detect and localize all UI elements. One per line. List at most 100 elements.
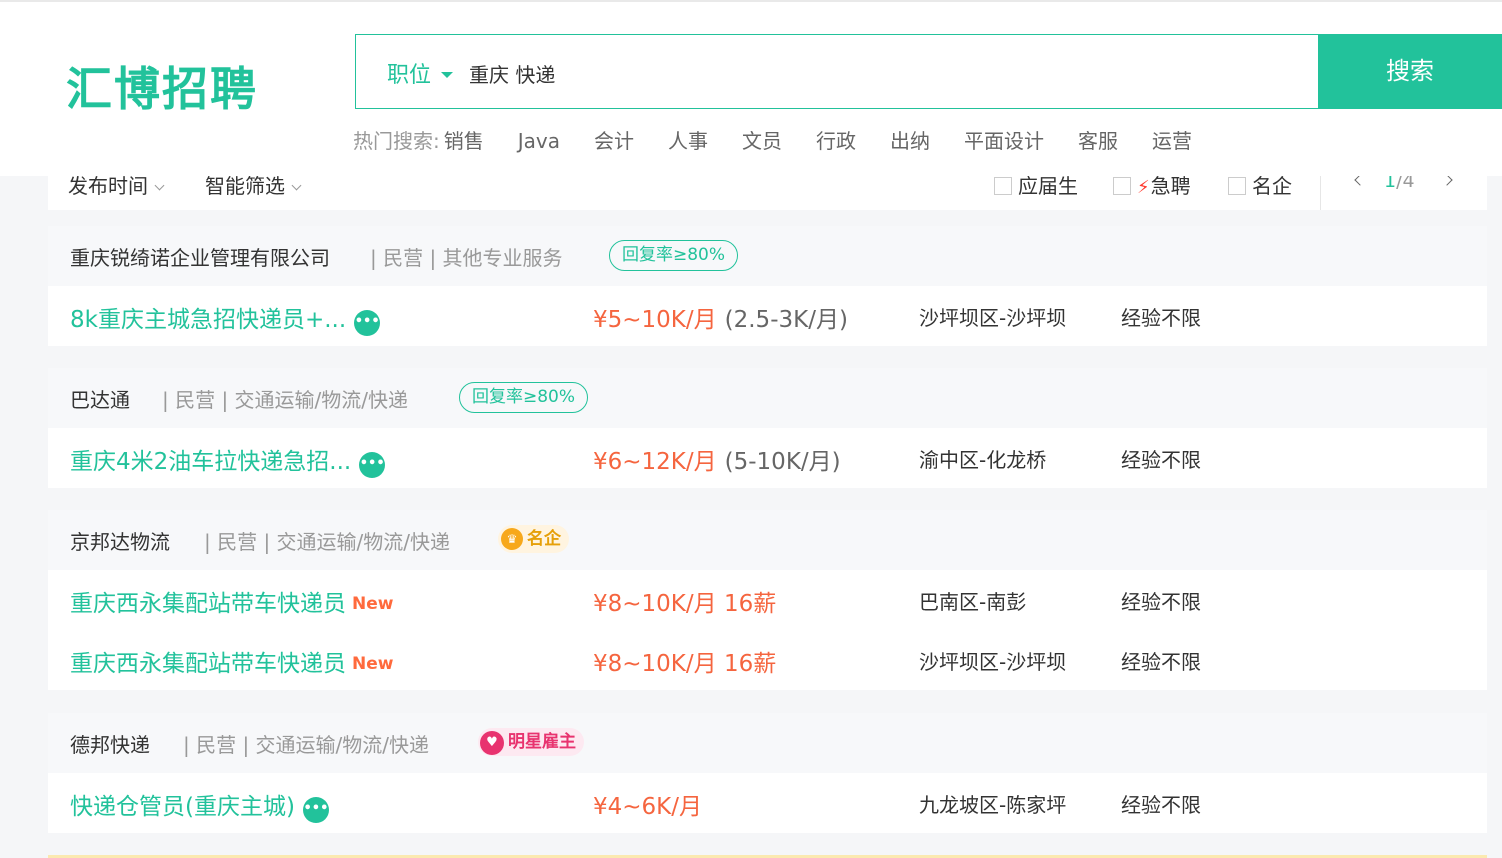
job-list: 8k重庆主城急招快递员+... ••• ¥5~10K/月 (2.5-3K/月) 沙坪… [48, 286, 1487, 346]
company-meta: | 民营 | 其他专业服务 [370, 246, 563, 270]
job-title-wrap: 重庆西永集配站带车快递员 New [70, 584, 393, 618]
job-row[interactable]: 8k重庆主城急招快递员+... ••• ¥5~10K/月 (2.5-3K/月) 沙坪… [48, 286, 1487, 346]
job-experience: 经验不限 [1121, 306, 1201, 330]
search-box: 职位 [355, 34, 1318, 109]
chevron-down-icon [154, 180, 165, 191]
search-category-dropdown[interactable]: 职位 [387, 57, 454, 89]
company-block: 京邦达物流 | 民营 | 交通运输/物流/快递 ♛ 名企 重庆西永集配站带车快递员… [48, 510, 1487, 690]
company-name[interactable]: 巴达通 [70, 384, 130, 413]
job-salary: ¥6~12K/月 (5-10K/月) [593, 442, 841, 476]
job-title[interactable]: 8k重庆主城急招快递员+... [70, 307, 346, 333]
hot-keyword[interactable]: 销售 [444, 129, 484, 153]
job-location: 渝中区-化龙桥 [919, 448, 1047, 472]
job-title[interactable]: 重庆西永集配站带车快递员 [70, 651, 346, 677]
company-name[interactable]: 德邦快递 [70, 729, 150, 758]
hot-searches: 热门搜索: 销售 Java 会计 人事 文员 行政 出纳 平面设计 客服 运营 [353, 125, 1212, 154]
diamond-heart-icon: ♥ [480, 731, 504, 755]
job-row[interactable]: 快递仓管员(重庆主城) ••• ¥4~6K/月 九龙坡区-陈家坪 经验不限 [48, 773, 1487, 833]
job-title-wrap: 重庆4米2油车拉快递急招... ••• [70, 442, 386, 478]
search-input[interactable] [469, 55, 1289, 91]
company-name[interactable]: 重庆锐绮诺企业管理有限公司 [70, 242, 330, 271]
checkbox-label: 名企 [1252, 174, 1292, 198]
checkbox-label: 应届生 [1018, 174, 1078, 198]
header: 汇博招聘 职位 搜索 热门搜索:销售 Java 会计 人事 文员 行政 出纳 平面设计 客服 运营 [0, 0, 1502, 176]
company-block: 德邦快递 | 民营 | 交通运输/物流/快递 ♥ 明星雇主 快递仓管员(重庆主城)… [48, 713, 1487, 833]
publish-time-label: 发布时间 [68, 174, 148, 198]
company-name[interactable]: 京邦达物流 [70, 526, 170, 555]
company-header: 巴达通 | 民营 | 交通运输/物流/快递 回复率≥80% [48, 368, 1487, 428]
job-location: 沙坪坝区-沙坪坝 [919, 306, 1067, 330]
new-tag: New [352, 654, 394, 674]
company-meta: | 民营 | 交通运输/物流/快递 [204, 530, 451, 554]
smart-filter-label: 智能筛选 [205, 174, 285, 198]
job-list: 重庆西永集配站带车快递员 New ¥8~10K/月 16薪 巴南区-南彭 经验不限… [48, 570, 1487, 690]
checkbox-box[interactable] [994, 177, 1012, 195]
job-title[interactable]: 重庆西永集配站带车快递员 [70, 591, 346, 617]
company-block: 重庆锐绮诺企业管理有限公司 | 民营 | 其他专业服务 回复率≥80% 8k重庆… [48, 226, 1487, 346]
checkbox-label: 急聘 [1150, 174, 1191, 198]
hot-search-label: 热门搜索: [353, 129, 440, 153]
job-title-wrap: 快递仓管员(重庆主城) ••• [70, 787, 329, 823]
caret-down-icon [441, 72, 454, 78]
chevron-down-icon [291, 180, 302, 191]
famous-badge-label: 名企 [527, 529, 561, 549]
chat-bubble-icon[interactable]: ••• [354, 310, 381, 336]
job-location: 巴南区-南彭 [919, 590, 1027, 614]
job-salary: ¥8~10K/月 16薪 [593, 651, 777, 677]
job-salary: ¥8~10K/月 16薪 [593, 591, 777, 617]
chevron-right-icon[interactable] [1440, 174, 1453, 186]
hot-keyword[interactable]: 文员 [742, 129, 782, 153]
logo[interactable]: 汇博招聘 [66, 53, 258, 119]
job-row[interactable]: 重庆西永集配站带车快递员 New ¥8~10K/月 16薪 沙坪坝区-沙坪坝 经验… [48, 630, 1487, 690]
job-list: 快递仓管员(重庆主城) ••• ¥4~6K/月 九龙坡区-陈家坪 经验不限 [48, 773, 1487, 833]
job-title-wrap: 8k重庆主城急招快递员+... ••• [70, 300, 381, 336]
checkbox-box[interactable] [1113, 177, 1131, 195]
chat-bubble-icon[interactable]: ••• [302, 797, 329, 823]
company-meta: | 民营 | 交通运输/物流/快递 [183, 733, 430, 757]
hot-keyword[interactable]: 运营 [1152, 129, 1192, 153]
hot-keyword[interactable]: 人事 [668, 129, 708, 153]
job-list: 重庆4米2油车拉快递急招... ••• ¥6~12K/月 (5-10K/月) 渝中区… [48, 428, 1487, 488]
job-title[interactable]: 重庆4米2油车拉快递急招... [70, 449, 351, 475]
company-block: 巴达通 | 民营 | 交通运输/物流/快递 回复率≥80% 重庆4米2油车拉快递… [48, 368, 1487, 488]
job-location: 沙坪坝区-沙坪坝 [919, 650, 1067, 674]
job-row[interactable]: 重庆4米2油车拉快递急招... ••• ¥6~12K/月 (5-10K/月) 渝中区… [48, 428, 1487, 488]
hot-keyword[interactable]: 出纳 [890, 129, 930, 153]
job-title[interactable]: 快递仓管员(重庆主城) [70, 794, 295, 820]
star-employer-badge: ♥ 明星雇主 [478, 728, 584, 756]
job-title-wrap: 重庆西永集配站带车快递员 New [70, 644, 393, 678]
company-header: 京邦达物流 | 民营 | 交通运输/物流/快递 ♛ 名企 [48, 510, 1487, 570]
chevron-left-icon[interactable] [1354, 174, 1366, 186]
crown-icon: ♛ [501, 528, 523, 550]
job-experience: 经验不限 [1121, 650, 1201, 674]
star-badge-label: 明星雇主 [508, 732, 576, 752]
job-experience: 经验不限 [1121, 793, 1201, 817]
reply-rate-badge: 回复率≥80% [609, 240, 739, 271]
lightning-icon: ⚡ [1137, 177, 1150, 198]
hot-keyword[interactable]: Java [518, 129, 560, 153]
job-location: 九龙坡区-陈家坪 [919, 793, 1067, 817]
company-header: 重庆锐绮诺企业管理有限公司 | 民营 | 其他专业服务 回复率≥80% [48, 226, 1487, 286]
checkbox-box[interactable] [1228, 177, 1246, 195]
salary-main: ¥5~10K/月 [593, 307, 717, 333]
salary-main: ¥6~12K/月 [593, 449, 717, 475]
salary-sub: (2.5-3K/月) [724, 307, 848, 333]
famous-company-badge: ♛ 名企 [498, 525, 569, 553]
chat-bubble-icon[interactable]: ••• [359, 452, 386, 478]
job-experience: 经验不限 [1121, 590, 1201, 614]
search-button[interactable]: 搜索 [1318, 34, 1502, 109]
salary-sub: (5-10K/月) [724, 449, 841, 475]
job-salary: ¥5~10K/月 (2.5-3K/月) [593, 300, 848, 334]
new-tag: New [352, 594, 394, 614]
reply-rate-badge: 回复率≥80% [459, 382, 589, 413]
hot-keyword[interactable]: 行政 [816, 129, 856, 153]
hot-keyword[interactable]: 客服 [1078, 129, 1118, 153]
company-header: 德邦快递 | 民营 | 交通运输/物流/快递 ♥ 明星雇主 [48, 713, 1487, 773]
company-meta: | 民营 | 交通运输/物流/快递 [162, 388, 409, 412]
hot-keyword[interactable]: 会计 [594, 129, 634, 153]
job-salary: ¥4~6K/月 [593, 794, 703, 820]
job-experience: 经验不限 [1121, 448, 1201, 472]
search-category-label: 职位 [387, 63, 432, 88]
hot-keyword[interactable]: 平面设计 [964, 129, 1044, 153]
job-row[interactable]: 重庆西永集配站带车快递员 New ¥8~10K/月 16薪 巴南区-南彭 经验不限 [48, 570, 1487, 630]
